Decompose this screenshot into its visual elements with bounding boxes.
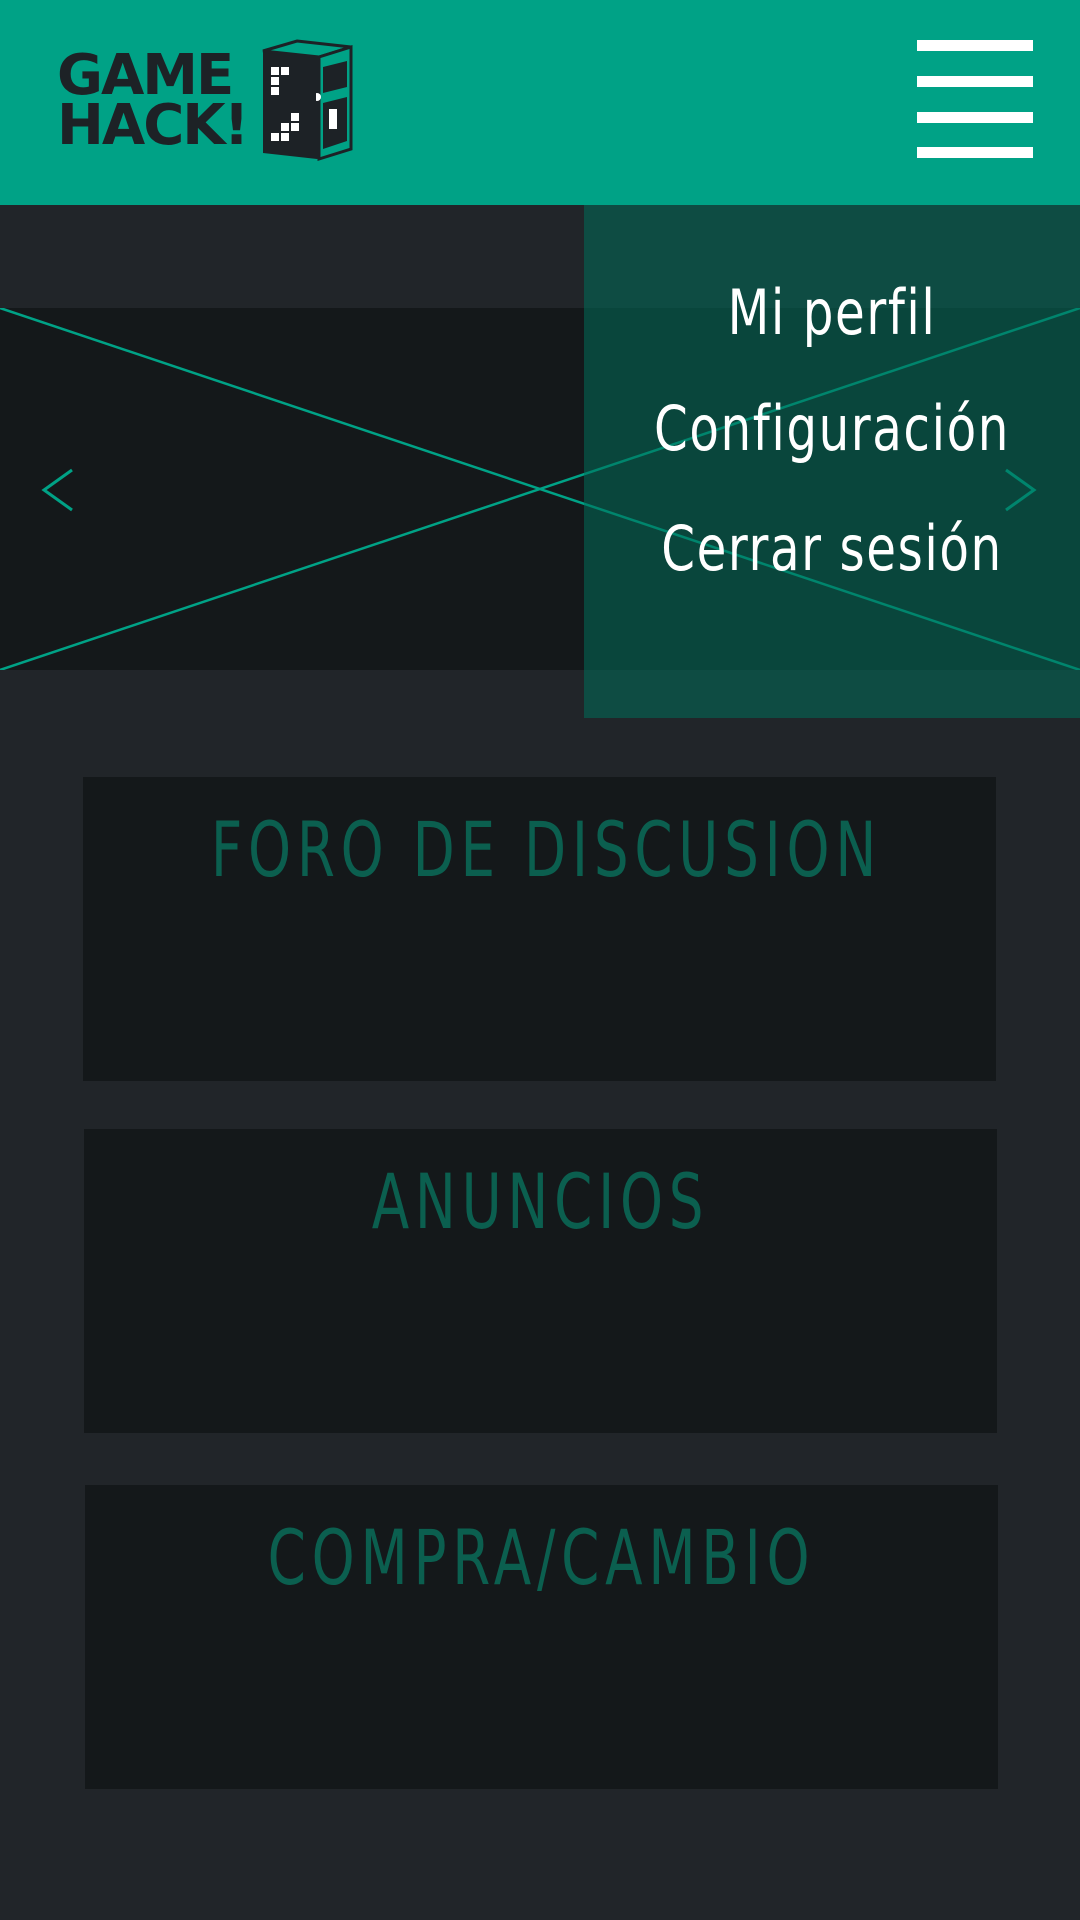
menu-line (917, 76, 1033, 87)
menu-line (917, 147, 1033, 158)
chevron-left-icon[interactable] (28, 460, 88, 520)
menu-item-cerrar-sesion[interactable]: Cerrar sesión (639, 509, 1026, 589)
logo-wordmark: GAME HACK! (57, 43, 249, 158)
menu-item-configuracion[interactable]: Configuración (639, 389, 1026, 469)
menu-line (917, 112, 1033, 123)
section-card-anuncios[interactable]: ANUNCIOS (84, 1129, 997, 1433)
hamburger-menu-icon[interactable] (917, 40, 1033, 158)
section-card-compra-cambio[interactable]: COMPRA/CAMBIO (85, 1485, 998, 1789)
section-card-foro[interactable]: FORO DE DISCUSION (83, 777, 996, 1081)
arcade-cabinet-icon (262, 39, 353, 162)
game-hack-logo[interactable]: GAME HACK! (57, 37, 357, 165)
menu-item-mi-perfil[interactable]: Mi perfil (639, 273, 1026, 353)
user-dropdown-menu: Mi perfil Configuración Cerrar sesión (584, 205, 1080, 718)
menu-line (917, 40, 1033, 51)
section-title: FORO DE DISCUSION (210, 805, 883, 894)
section-title: ANUNCIOS (371, 1157, 710, 1246)
section-title: COMPRA/CAMBIO (267, 1513, 816, 1602)
app-header: GAME HACK! (0, 0, 1080, 205)
